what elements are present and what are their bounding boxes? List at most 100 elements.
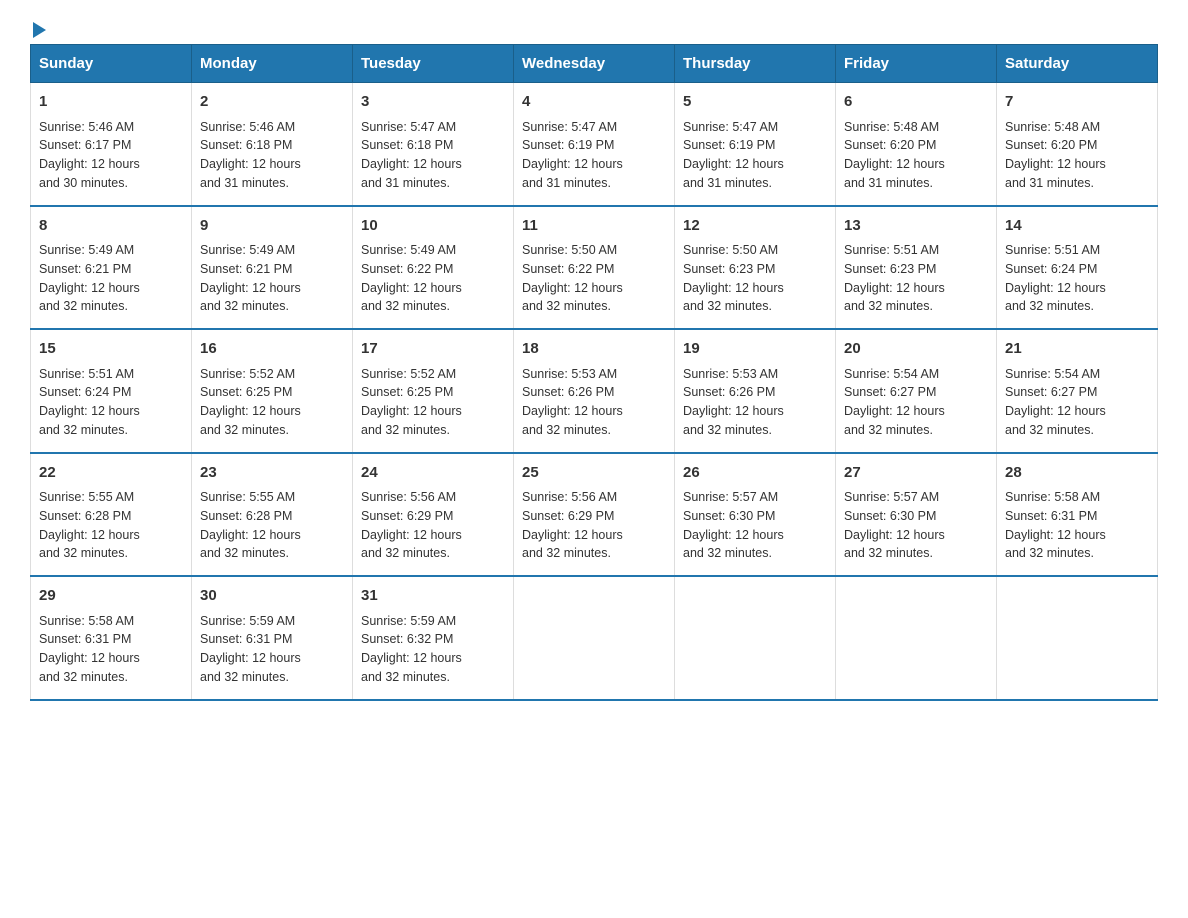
calendar-cell: 14 Sunrise: 5:51 AMSunset: 6:24 PMDayligh…	[997, 206, 1158, 330]
calendar-cell: 15 Sunrise: 5:51 AMSunset: 6:24 PMDayligh…	[31, 329, 192, 453]
day-info: Sunrise: 5:49 AMSunset: 6:21 PMDaylight:…	[200, 241, 344, 316]
calendar-cell: 11 Sunrise: 5:50 AMSunset: 6:22 PMDayligh…	[514, 206, 675, 330]
day-info: Sunrise: 5:46 AMSunset: 6:17 PMDaylight:…	[39, 118, 183, 193]
calendar-cell: 7 Sunrise: 5:48 AMSunset: 6:20 PMDaylight…	[997, 83, 1158, 206]
day-number: 17	[361, 338, 505, 361]
day-number: 18	[522, 338, 666, 361]
week-row-3: 15 Sunrise: 5:51 AMSunset: 6:24 PMDayligh…	[31, 329, 1158, 453]
day-number: 31	[361, 585, 505, 608]
calendar-cell: 13Sunrise: 5:51 AMSunset: 6:23 PMDayligh…	[836, 206, 997, 330]
weekday-header-tuesday: Tuesday	[353, 45, 514, 83]
calendar-cell	[514, 576, 675, 700]
calendar-cell: 25Sunrise: 5:56 AMSunset: 6:29 PMDayligh…	[514, 453, 675, 577]
day-info: Sunrise: 5:48 AMSunset: 6:20 PMDaylight:…	[1005, 118, 1149, 193]
day-number: 8	[39, 215, 183, 238]
day-info: Sunrise: 5:57 AMSunset: 6:30 PMDaylight:…	[683, 488, 827, 563]
day-info: Sunrise: 5:50 AMSunset: 6:22 PMDaylight:…	[522, 241, 666, 316]
day-number: 21	[1005, 338, 1149, 361]
calendar-cell: 28Sunrise: 5:58 AMSunset: 6:31 PMDayligh…	[997, 453, 1158, 577]
day-info: Sunrise: 5:58 AMSunset: 6:31 PMDaylight:…	[39, 612, 183, 687]
day-info: Sunrise: 5:47 AMSunset: 6:19 PMDaylight:…	[683, 118, 827, 193]
weekday-header-row: SundayMondayTuesdayWednesdayThursdayFrid…	[31, 45, 1158, 83]
day-number: 19	[683, 338, 827, 361]
week-row-2: 8 Sunrise: 5:49 AMSunset: 6:21 PMDaylight…	[31, 206, 1158, 330]
weekday-header-monday: Monday	[192, 45, 353, 83]
calendar-cell: 30 Sunrise: 5:59 AMSunset: 6:31 PMDayligh…	[192, 576, 353, 700]
day-info: Sunrise: 5:51 AMSunset: 6:24 PMDaylight:…	[1005, 241, 1149, 316]
calendar-cell: 22Sunrise: 5:55 AMSunset: 6:28 PMDayligh…	[31, 453, 192, 577]
day-number: 9	[200, 215, 344, 238]
week-row-1: 1 Sunrise: 5:46 AMSunset: 6:17 PMDaylight…	[31, 83, 1158, 206]
week-row-5: 29 Sunrise: 5:58 AMSunset: 6:31 PMDayligh…	[31, 576, 1158, 700]
day-number: 2	[200, 91, 344, 114]
day-number: 23	[200, 462, 344, 485]
day-info: Sunrise: 5:54 AMSunset: 6:27 PMDaylight:…	[844, 365, 988, 440]
day-number: 30	[200, 585, 344, 608]
calendar-cell	[836, 576, 997, 700]
calendar-cell	[997, 576, 1158, 700]
calendar-cell	[675, 576, 836, 700]
day-number: 22	[39, 462, 183, 485]
day-number: 6	[844, 91, 988, 114]
day-info: Sunrise: 5:53 AMSunset: 6:26 PMDaylight:…	[522, 365, 666, 440]
day-info: Sunrise: 5:47 AMSunset: 6:19 PMDaylight:…	[522, 118, 666, 193]
page-header	[30, 20, 1158, 34]
day-info: Sunrise: 5:57 AMSunset: 6:30 PMDaylight:…	[844, 488, 988, 563]
day-info: Sunrise: 5:49 AMSunset: 6:22 PMDaylight:…	[361, 241, 505, 316]
day-info: Sunrise: 5:52 AMSunset: 6:25 PMDaylight:…	[361, 365, 505, 440]
day-info: Sunrise: 5:59 AMSunset: 6:32 PMDaylight:…	[361, 612, 505, 687]
day-info: Sunrise: 5:53 AMSunset: 6:26 PMDaylight:…	[683, 365, 827, 440]
calendar-cell: 23Sunrise: 5:55 AMSunset: 6:28 PMDayligh…	[192, 453, 353, 577]
day-info: Sunrise: 5:51 AMSunset: 6:24 PMDaylight:…	[39, 365, 183, 440]
day-number: 28	[1005, 462, 1149, 485]
calendar-cell: 8 Sunrise: 5:49 AMSunset: 6:21 PMDaylight…	[31, 206, 192, 330]
calendar-cell: 12Sunrise: 5:50 AMSunset: 6:23 PMDayligh…	[675, 206, 836, 330]
calendar-cell: 9 Sunrise: 5:49 AMSunset: 6:21 PMDaylight…	[192, 206, 353, 330]
calendar-cell: 24Sunrise: 5:56 AMSunset: 6:29 PMDayligh…	[353, 453, 514, 577]
day-info: Sunrise: 5:46 AMSunset: 6:18 PMDaylight:…	[200, 118, 344, 193]
weekday-header-wednesday: Wednesday	[514, 45, 675, 83]
day-number: 29	[39, 585, 183, 608]
calendar-cell: 18 Sunrise: 5:53 AMSunset: 6:26 PMDayligh…	[514, 329, 675, 453]
day-info: Sunrise: 5:54 AMSunset: 6:27 PMDaylight:…	[1005, 365, 1149, 440]
day-info: Sunrise: 5:49 AMSunset: 6:21 PMDaylight:…	[39, 241, 183, 316]
calendar-cell: 1 Sunrise: 5:46 AMSunset: 6:17 PMDaylight…	[31, 83, 192, 206]
calendar-cell: 19 Sunrise: 5:53 AMSunset: 6:26 PMDayligh…	[675, 329, 836, 453]
calendar-cell: 29 Sunrise: 5:58 AMSunset: 6:31 PMDayligh…	[31, 576, 192, 700]
week-row-4: 22Sunrise: 5:55 AMSunset: 6:28 PMDayligh…	[31, 453, 1158, 577]
day-number: 11	[522, 215, 666, 238]
weekday-header-thursday: Thursday	[675, 45, 836, 83]
day-info: Sunrise: 5:47 AMSunset: 6:18 PMDaylight:…	[361, 118, 505, 193]
calendar-cell: 17 Sunrise: 5:52 AMSunset: 6:25 PMDayligh…	[353, 329, 514, 453]
day-number: 12	[683, 215, 827, 238]
day-number: 15	[39, 338, 183, 361]
logo	[30, 20, 46, 34]
day-number: 16	[200, 338, 344, 361]
day-number: 5	[683, 91, 827, 114]
day-number: 1	[39, 91, 183, 114]
day-number: 3	[361, 91, 505, 114]
day-info: Sunrise: 5:51 AMSunset: 6:23 PMDaylight:…	[844, 241, 988, 316]
calendar-cell: 21 Sunrise: 5:54 AMSunset: 6:27 PMDayligh…	[997, 329, 1158, 453]
day-number: 26	[683, 462, 827, 485]
calendar-cell: 16 Sunrise: 5:52 AMSunset: 6:25 PMDayligh…	[192, 329, 353, 453]
calendar-cell: 2 Sunrise: 5:46 AMSunset: 6:18 PMDaylight…	[192, 83, 353, 206]
day-number: 14	[1005, 215, 1149, 238]
day-number: 10	[361, 215, 505, 238]
calendar-cell: 27 Sunrise: 5:57 AMSunset: 6:30 PMDayligh…	[836, 453, 997, 577]
calendar-cell: 5 Sunrise: 5:47 AMSunset: 6:19 PMDaylight…	[675, 83, 836, 206]
calendar-cell: 20 Sunrise: 5:54 AMSunset: 6:27 PMDayligh…	[836, 329, 997, 453]
day-number: 20	[844, 338, 988, 361]
calendar-cell: 4 Sunrise: 5:47 AMSunset: 6:19 PMDaylight…	[514, 83, 675, 206]
day-number: 4	[522, 91, 666, 114]
day-number: 7	[1005, 91, 1149, 114]
day-info: Sunrise: 5:56 AMSunset: 6:29 PMDaylight:…	[361, 488, 505, 563]
day-info: Sunrise: 5:56 AMSunset: 6:29 PMDaylight:…	[522, 488, 666, 563]
day-info: Sunrise: 5:48 AMSunset: 6:20 PMDaylight:…	[844, 118, 988, 193]
day-info: Sunrise: 5:52 AMSunset: 6:25 PMDaylight:…	[200, 365, 344, 440]
calendar-cell: 6 Sunrise: 5:48 AMSunset: 6:20 PMDaylight…	[836, 83, 997, 206]
calendar-cell: 10 Sunrise: 5:49 AMSunset: 6:22 PMDayligh…	[353, 206, 514, 330]
day-info: Sunrise: 5:59 AMSunset: 6:31 PMDaylight:…	[200, 612, 344, 687]
day-number: 27	[844, 462, 988, 485]
weekday-header-friday: Friday	[836, 45, 997, 83]
